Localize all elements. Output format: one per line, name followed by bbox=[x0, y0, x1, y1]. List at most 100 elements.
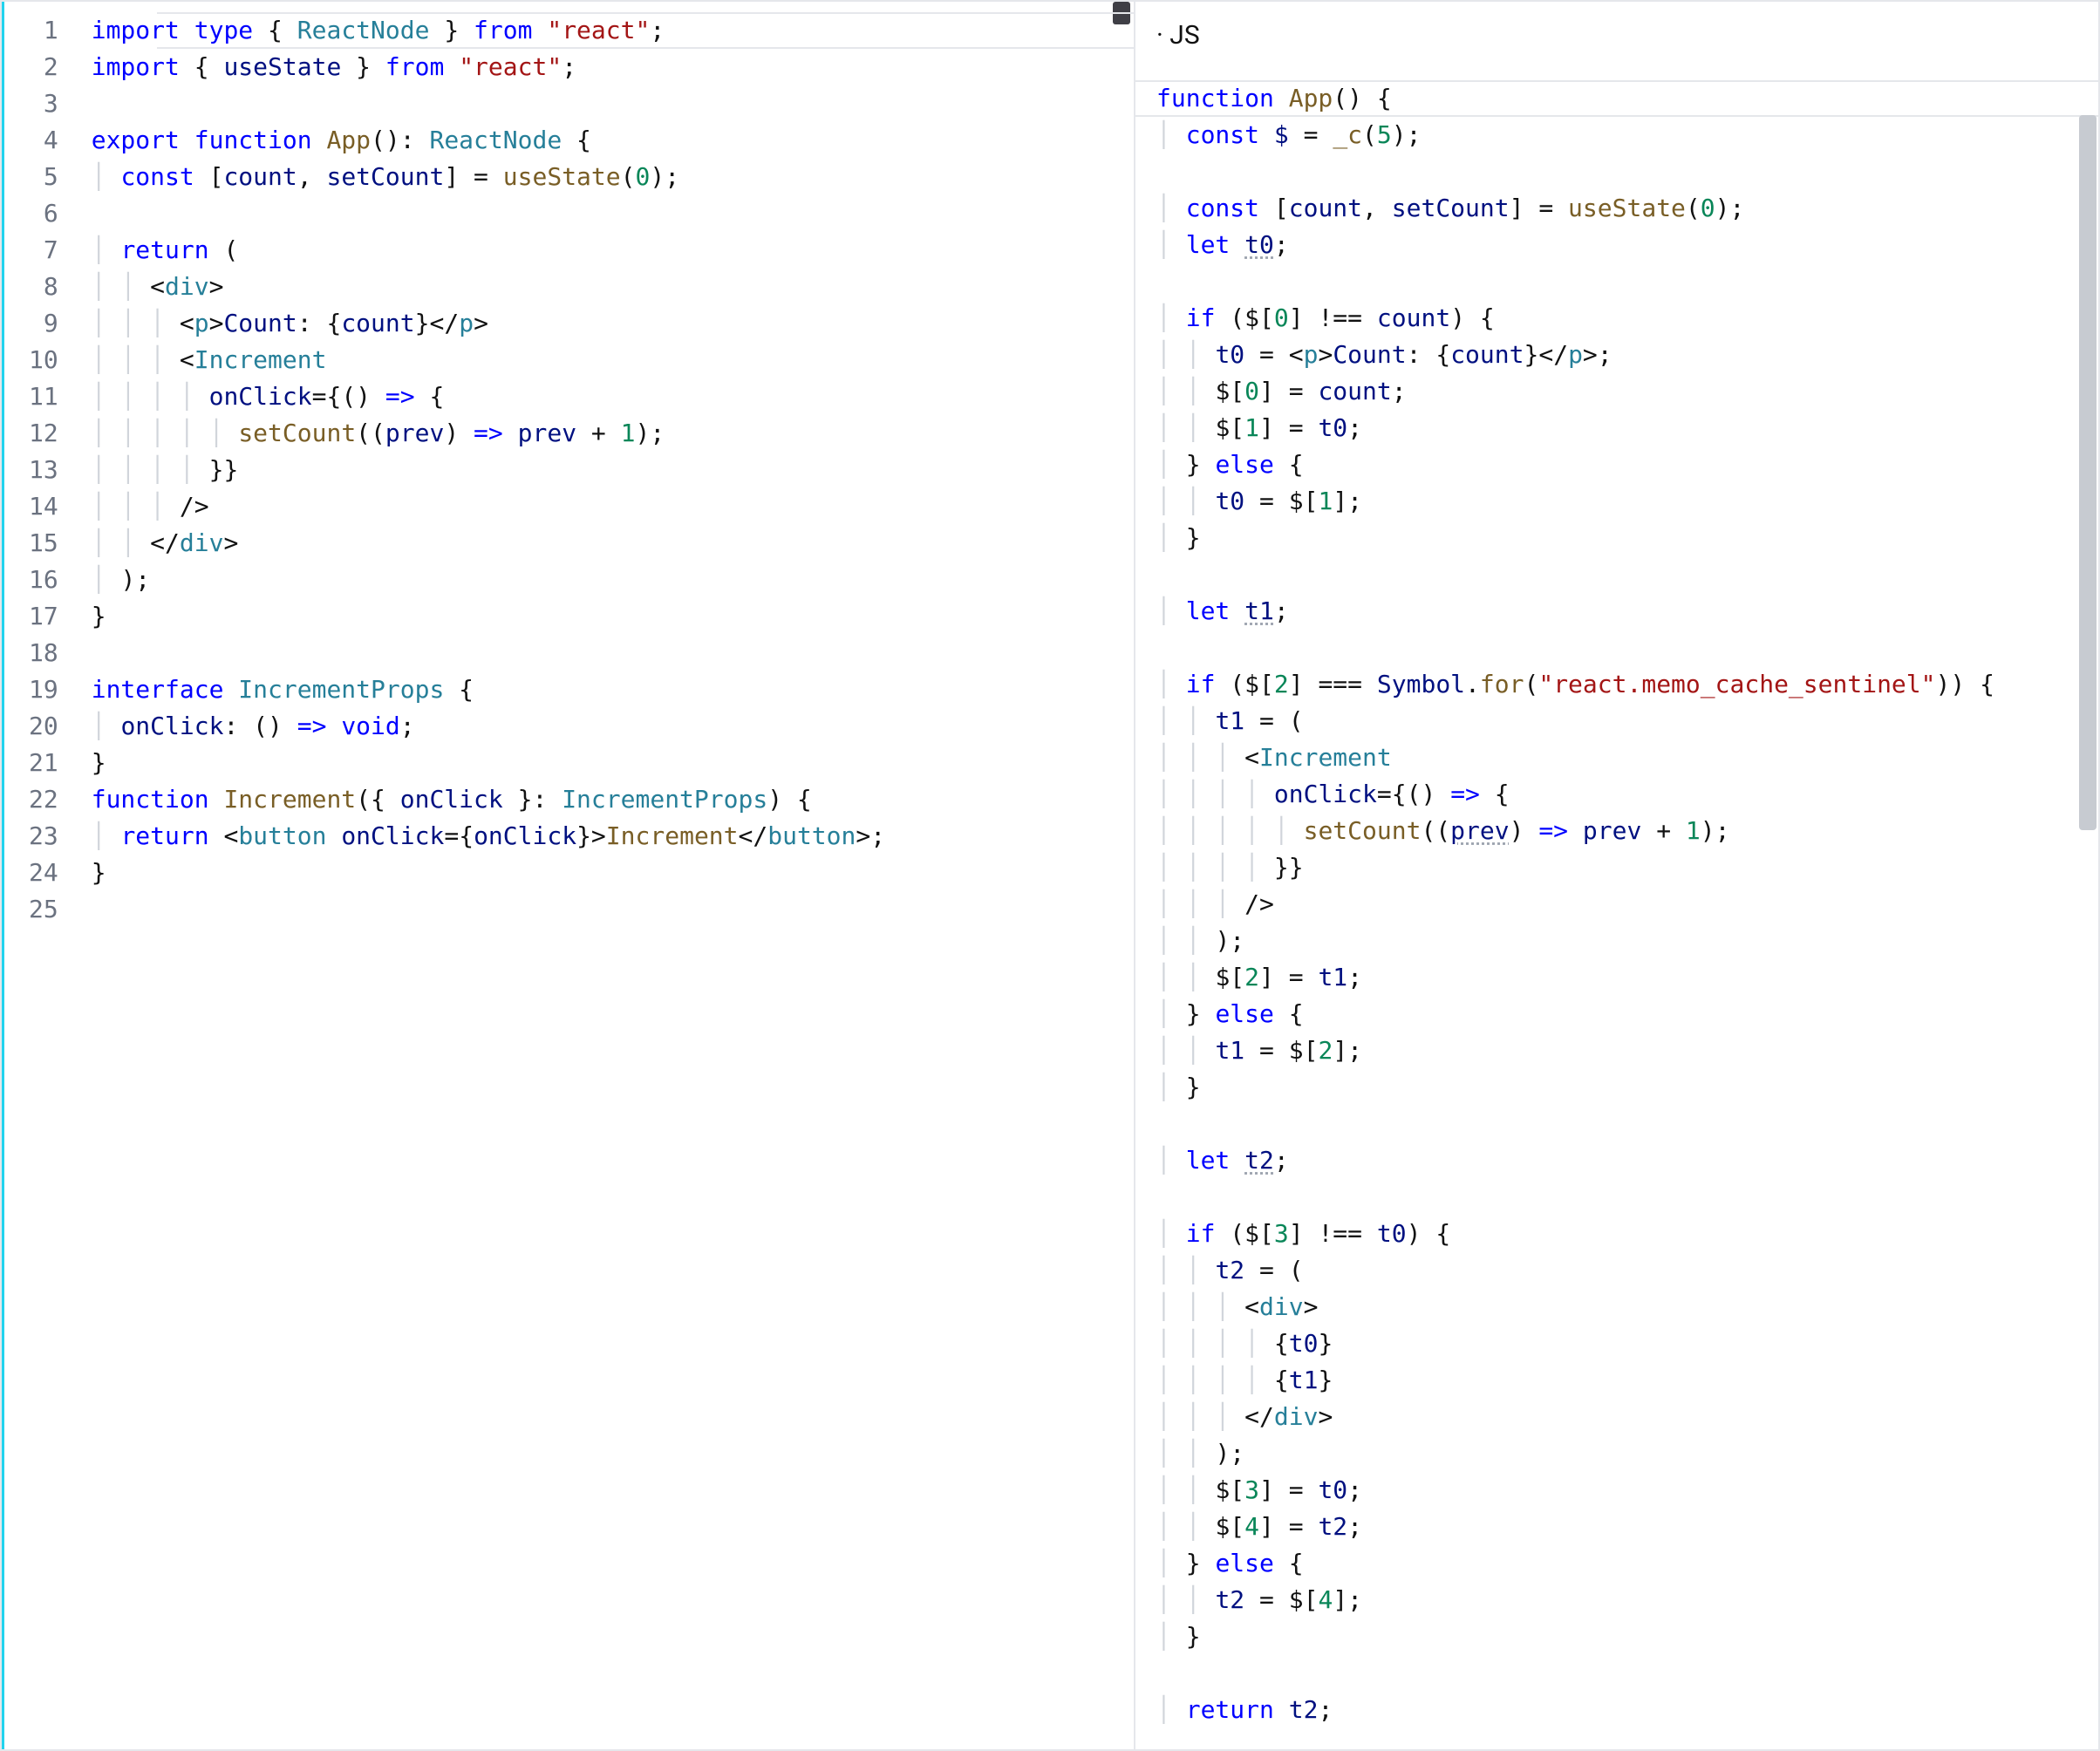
code-line[interactable] bbox=[1156, 1179, 2098, 1216]
line-number: 5 bbox=[29, 159, 58, 195]
code-line[interactable]: } bbox=[92, 745, 1134, 781]
code-line[interactable]: │ │ ); bbox=[1156, 923, 2098, 959]
code-line[interactable]: │ onClick: () => void; bbox=[92, 708, 1134, 745]
code-line[interactable]: │ } else { bbox=[1156, 1545, 2098, 1582]
scrollbar-thumb[interactable] bbox=[2079, 115, 2097, 830]
line-number-gutter: 1234567891011121314151617181920212223242… bbox=[4, 2, 76, 928]
code-line[interactable] bbox=[1156, 153, 2098, 190]
line-number: 18 bbox=[29, 635, 58, 671]
code-line[interactable]: │ } bbox=[1156, 1069, 2098, 1106]
code-line[interactable]: │ const [count, setCount] = useState(0); bbox=[1156, 190, 2098, 227]
code-line[interactable]: │ if ($[0] !== count) { bbox=[1156, 300, 2098, 337]
code-line[interactable]: │ } bbox=[1156, 520, 2098, 556]
code-line[interactable]: │ │ t0 = $[1]; bbox=[1156, 483, 2098, 520]
line-number: 14 bbox=[29, 488, 58, 525]
code-line[interactable]: │ const $ = _c(5); bbox=[1156, 117, 2098, 153]
code-line[interactable]: │ │ </div> bbox=[92, 525, 1134, 562]
output-header: · JS bbox=[1135, 2, 2098, 70]
code-line[interactable]: │ │ │ │ │ setCount((prev) => prev + 1); bbox=[1156, 813, 2098, 849]
code-line[interactable]: │ return ( bbox=[92, 232, 1134, 269]
code-line[interactable]: │ │ │ /> bbox=[92, 488, 1134, 525]
code-line[interactable] bbox=[92, 635, 1134, 671]
code-line[interactable]: │ │ t1 = ( bbox=[1156, 703, 2098, 739]
line-number: 6 bbox=[29, 195, 58, 232]
code-line[interactable]: │ } else { bbox=[1156, 996, 2098, 1032]
code-line[interactable]: import type { ReactNode } from "react"; bbox=[92, 12, 1134, 49]
code-line[interactable]: │ │ │ <Increment bbox=[92, 342, 1134, 378]
code-line[interactable]: } bbox=[92, 855, 1134, 891]
code-line[interactable]: │ │ t1 = $[2]; bbox=[1156, 1032, 2098, 1069]
app-root: 1234567891011121314151617181920212223242… bbox=[0, 0, 2100, 1751]
code-line[interactable]: function App() { bbox=[1156, 80, 2098, 117]
output-mode-label: · JS bbox=[1156, 20, 1200, 51]
line-number: 24 bbox=[29, 855, 58, 891]
code-line[interactable]: │ │ <div> bbox=[92, 269, 1134, 305]
code-line[interactable] bbox=[1156, 556, 2098, 593]
code-line[interactable] bbox=[1156, 1106, 2098, 1142]
code-line[interactable]: │ │ $[1] = t0; bbox=[1156, 410, 2098, 446]
code-line[interactable]: │ const [count, setCount] = useState(0); bbox=[92, 159, 1134, 195]
code-line[interactable] bbox=[1156, 630, 2098, 666]
code-area[interactable]: import type { ReactNode } from "react";i… bbox=[76, 2, 1134, 928]
line-number: 2 bbox=[29, 49, 58, 85]
line-number: 11 bbox=[29, 378, 58, 415]
code-line[interactable]: │ │ │ │ │ setCount((prev) => prev + 1); bbox=[92, 415, 1134, 452]
code-line[interactable] bbox=[92, 891, 1134, 928]
code-line[interactable]: │ return <button onClick={onClick}>Incre… bbox=[92, 818, 1134, 855]
code-area[interactable]: function App() {│ const $ = _c(5); │ con… bbox=[1135, 70, 2098, 1728]
code-line[interactable]: │ │ │ <div> bbox=[1156, 1289, 2098, 1325]
code-line[interactable]: │ │ │ </div> bbox=[1156, 1399, 2098, 1435]
code-line[interactable]: │ │ │ │ }} bbox=[92, 452, 1134, 488]
code-line[interactable]: │ let t2; bbox=[1156, 1142, 2098, 1179]
code-line[interactable]: │ │ ); bbox=[1156, 1435, 2098, 1472]
right-output-pane[interactable]: · JS function App() {│ const $ = _c(5); … bbox=[1135, 2, 2098, 1749]
code-line[interactable]: │ │ $[3] = t0; bbox=[1156, 1472, 2098, 1509]
code-line[interactable]: function Increment({ onClick }: Incremen… bbox=[92, 781, 1134, 818]
code-line[interactable]: } bbox=[92, 598, 1134, 635]
right-editor[interactable]: function App() {│ const $ = _c(5); │ con… bbox=[1135, 70, 2098, 1749]
code-line[interactable]: │ │ t2 = ( bbox=[1156, 1252, 2098, 1289]
code-line[interactable]: import { useState } from "react"; bbox=[92, 49, 1134, 85]
code-line[interactable]: │ │ │ │ }} bbox=[1156, 849, 2098, 886]
code-line[interactable] bbox=[92, 85, 1134, 122]
code-line[interactable]: │ if ($[3] !== t0) { bbox=[1156, 1216, 2098, 1252]
code-line[interactable]: │ │ $[2] = t1; bbox=[1156, 959, 2098, 996]
line-number: 16 bbox=[29, 562, 58, 598]
line-number: 23 bbox=[29, 818, 58, 855]
code-line[interactable]: │ │ │ <p>Count: {count}</p> bbox=[92, 305, 1134, 342]
line-number: 8 bbox=[29, 269, 58, 305]
code-line[interactable]: │ let t0; bbox=[1156, 227, 2098, 263]
code-line[interactable]: export function App(): ReactNode { bbox=[92, 122, 1134, 159]
line-number: 22 bbox=[29, 781, 58, 818]
code-line[interactable]: │ let t1; bbox=[1156, 593, 2098, 630]
code-line[interactable]: │ │ │ <Increment bbox=[1156, 739, 2098, 776]
code-line[interactable]: │ │ │ │ {t0} bbox=[1156, 1325, 2098, 1362]
code-line[interactable]: │ │ │ │ onClick={() => { bbox=[1156, 776, 2098, 813]
code-line[interactable]: │ │ │ /> bbox=[1156, 886, 2098, 923]
line-number: 7 bbox=[29, 232, 58, 269]
code-line[interactable] bbox=[1156, 263, 2098, 300]
code-line[interactable]: │ } else { bbox=[1156, 446, 2098, 483]
code-line[interactable]: │ if ($[2] === Symbol.for("react.memo_ca… bbox=[1156, 666, 2098, 703]
code-line[interactable]: │ │ t0 = <p>Count: {count}</p>; bbox=[1156, 337, 2098, 373]
code-line[interactable]: interface IncrementProps { bbox=[92, 671, 1134, 708]
code-line[interactable]: │ return t2; bbox=[1156, 1692, 2098, 1728]
code-line[interactable] bbox=[1156, 1655, 2098, 1692]
code-line[interactable]: │ │ │ │ onClick={() => { bbox=[92, 378, 1134, 415]
line-number: 25 bbox=[29, 891, 58, 928]
line-number: 20 bbox=[29, 708, 58, 745]
code-line[interactable]: │ │ t2 = $[4]; bbox=[1156, 1582, 2098, 1618]
line-number: 9 bbox=[29, 305, 58, 342]
code-line[interactable]: │ │ │ │ {t1} bbox=[1156, 1362, 2098, 1399]
left-editor[interactable]: 1234567891011121314151617181920212223242… bbox=[4, 2, 1134, 1749]
code-line[interactable] bbox=[92, 195, 1134, 232]
line-number: 13 bbox=[29, 452, 58, 488]
code-line[interactable]: │ } bbox=[1156, 1618, 2098, 1655]
code-line[interactable]: │ ); bbox=[92, 562, 1134, 598]
code-line[interactable]: │ │ $[0] = count; bbox=[1156, 373, 2098, 410]
line-number: 19 bbox=[29, 671, 58, 708]
left-editor-pane[interactable]: 1234567891011121314151617181920212223242… bbox=[2, 2, 1135, 1749]
code-line[interactable]: │ │ $[4] = t2; bbox=[1156, 1509, 2098, 1545]
line-number: 12 bbox=[29, 415, 58, 452]
vertical-scrollbar[interactable] bbox=[2077, 2, 2098, 1749]
